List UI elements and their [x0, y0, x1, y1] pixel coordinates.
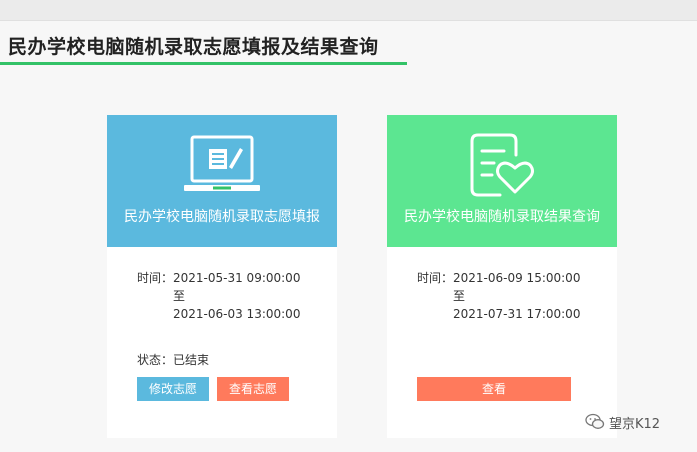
time-label: 时间：: [417, 271, 454, 285]
page-header: 民办学校电脑随机录取志愿填报及结果查询: [0, 21, 697, 65]
start-time: 2021-06-09 15:00:00: [453, 271, 581, 285]
watermark-text: 望京K12: [609, 417, 661, 432]
end-time: 2021-07-31 17:00:00: [453, 307, 581, 321]
time-separator: 至: [173, 289, 186, 303]
result-query-card-title: 民办学校电脑随机录取结果查询: [404, 209, 600, 225]
application-card: 民办学校电脑随机录取志愿填报 时间： 2021-05-31 09:00:00 至…: [107, 115, 337, 438]
time-separator: 至: [453, 289, 466, 303]
laptop-form-icon: [184, 135, 260, 191]
document-heart-icon: [470, 133, 534, 197]
top-bar: [0, 0, 697, 21]
result-query-card-header: 民办学校电脑随机录取结果查询: [387, 115, 617, 247]
page-title: 民办学校电脑随机录取志愿填报及结果查询: [8, 36, 379, 58]
modify-choices-button[interactable]: 修改志愿: [137, 377, 209, 401]
application-card-title: 民办学校电脑随机录取志愿填报: [124, 209, 320, 225]
wechat-icon: [585, 413, 605, 429]
status-text: 状态：已结束: [137, 353, 210, 367]
view-result-button[interactable]: 查看: [417, 377, 571, 401]
application-card-header: 民办学校电脑随机录取志愿填报: [107, 115, 337, 247]
time-label: 时间：: [137, 271, 174, 285]
view-choices-button[interactable]: 查看志愿: [217, 377, 289, 401]
title-underline: [0, 62, 407, 65]
result-query-card: 民办学校电脑随机录取结果查询 时间： 2021-06-09 15:00:00 至…: [387, 115, 617, 438]
start-time: 2021-05-31 09:00:00: [173, 271, 301, 285]
end-time: 2021-06-03 13:00:00: [173, 307, 301, 321]
